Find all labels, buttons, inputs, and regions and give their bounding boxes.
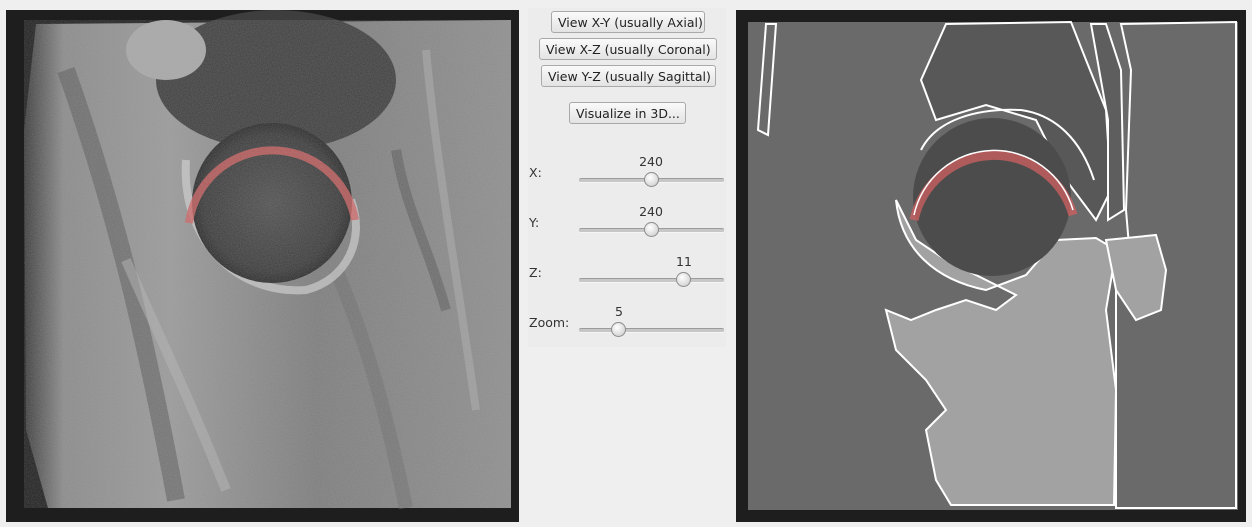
z-slider-label: Z: <box>529 265 542 280</box>
z-slider-thumb[interactable] <box>676 272 691 287</box>
mri-image <box>6 10 519 522</box>
x-slider-label: X: <box>529 165 542 180</box>
zoom-slider-track[interactable] <box>579 328 724 333</box>
zoom-slider-value: 5 <box>615 304 623 319</box>
segmentation-view[interactable] <box>736 10 1246 522</box>
x-slider-thumb[interactable] <box>644 172 659 187</box>
zoom-slider-label: Zoom: <box>529 315 570 330</box>
zoom-slider-thumb[interactable] <box>611 322 626 337</box>
mri-image-view[interactable] <box>6 10 519 522</box>
z-slider-track[interactable] <box>579 278 724 283</box>
z-slider-value: 11 <box>676 254 692 269</box>
view-xz-button[interactable]: View X-Z (usually Coronal) <box>539 38 717 60</box>
y-slider-value: 240 <box>639 204 663 219</box>
y-slider-thumb[interactable] <box>644 222 659 237</box>
controls-panel: View X-Y (usually Axial) View X-Z (usual… <box>528 8 726 347</box>
view-yz-button[interactable]: View Y-Z (usually Sagittal) <box>541 65 716 87</box>
visualize-3d-button[interactable]: Visualize in 3D... <box>569 102 686 124</box>
x-slider-value: 240 <box>639 154 663 169</box>
y-slider-label: Y: <box>529 215 540 230</box>
view-xy-button[interactable]: View X-Y (usually Axial) <box>551 11 705 33</box>
segmentation-map <box>736 10 1246 522</box>
